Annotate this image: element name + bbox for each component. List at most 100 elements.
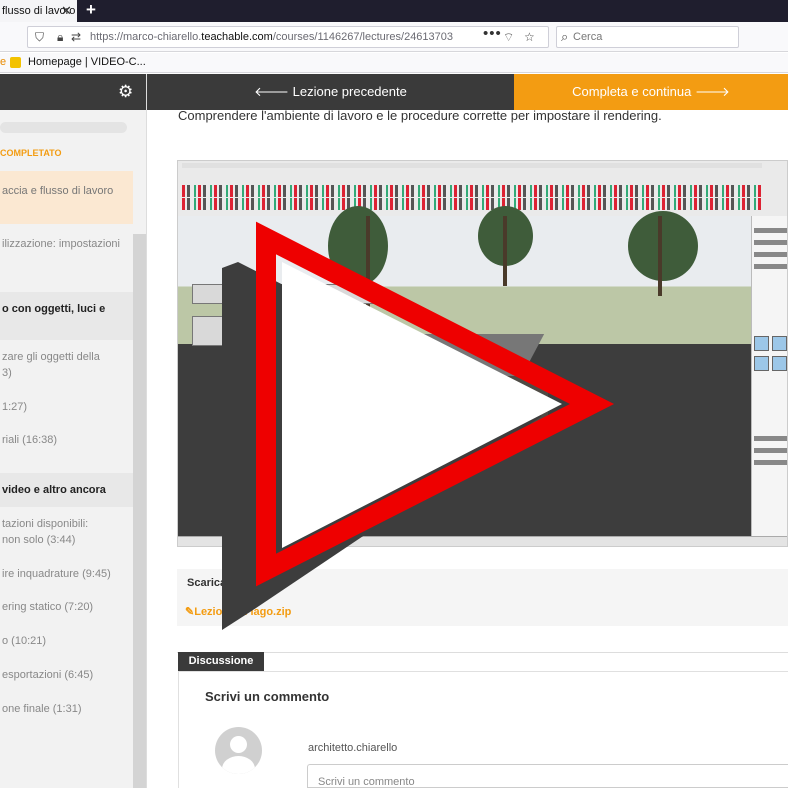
browser-toolbar: ⛉ 🔒︎ ⇄ https://marco-chiarello.teachable… <box>0 22 788 52</box>
downloads-section: Scarica ✎Lezio...sul lago.zip <box>177 569 788 626</box>
sidebar-section-header: video e altro ancora <box>0 473 133 507</box>
tray-row <box>754 264 787 269</box>
bookmarks-bar: e Homepage | VIDEO-C... <box>0 53 788 73</box>
building-roof <box>276 334 545 376</box>
sidebar-item-label: accia e flusso di lavoro <box>2 185 114 197</box>
sidebar-item-lecture[interactable]: ilizzazione: impostazioni <box>0 224 133 269</box>
search-icon: ⌕ <box>561 29 569 44</box>
bookmark-overflow[interactable]: e <box>0 56 6 68</box>
browser-tab[interactable]: flusso di lavoro ✕ <box>0 0 77 22</box>
sidebar-item-lecture[interactable]: ire inquadrature (9:45) <box>0 557 133 591</box>
video-app-toolbar-row <box>182 198 762 210</box>
sidebar-item-lecture[interactable]: tazioni disponibili: non solo (3:44) <box>0 507 133 557</box>
download-file-link[interactable]: ✎Lezio...sul lago.zip <box>185 605 291 618</box>
video-app-menubar <box>182 163 762 168</box>
pocket-icon[interactable]: ⌔ <box>503 30 514 45</box>
video-app-statusbar <box>178 536 787 546</box>
course-sidebar: ⚙ COMPLETATO accia e flusso di lavoro il… <box>0 74 147 788</box>
tree-trunk <box>366 216 370 326</box>
previous-lecture-label: Lezione precedente <box>292 84 407 99</box>
sidebar-scrollbar[interactable] <box>133 234 146 788</box>
tray-row <box>754 240 787 245</box>
building-wall <box>348 376 548 426</box>
completed-label: COMPLETATO <box>0 148 62 158</box>
bookmark-favicon-icon <box>10 57 21 68</box>
video-app-panel <box>192 284 374 304</box>
browser-tab-bar: flusso di lavoro ✕ + <box>0 0 788 22</box>
video-app-tray <box>751 216 787 536</box>
sidebar-section-header: o con oggetti, luci e <box>0 292 133 340</box>
url-text[interactable]: https://marco-chiarello.teachable.com/co… <box>90 31 453 43</box>
page-actions-icon[interactable]: ••• <box>483 25 502 42</box>
tray-row <box>754 252 787 257</box>
sidebar-item-label: zare gli oggetti della 3) <box>2 351 100 379</box>
sidebar-item-label: ilizzazione: impostazioni <box>2 238 120 250</box>
gear-icon[interactable]: ⚙ <box>118 82 133 102</box>
sidebar-item-lecture[interactable]: riali (16:38) <box>0 424 133 458</box>
video-player[interactable] <box>177 160 788 547</box>
tab-discussion[interactable]: Discussione <box>178 652 264 671</box>
sidebar-item-lecture[interactable]: one finale (1:31) <box>0 693 133 727</box>
bookmark-homepage[interactable]: Homepage | VIDEO-C... <box>28 56 146 68</box>
video-app-toolbar <box>178 161 787 216</box>
avatar-body <box>222 756 255 774</box>
complete-continue-label: Completa e continua <box>572 84 692 99</box>
arrow-left-icon: 🡐 <box>254 84 290 99</box>
close-icon[interactable]: ✕ <box>61 0 72 22</box>
tray-thumbnail <box>754 356 769 371</box>
comment-title: Scrivi un commento <box>205 689 330 704</box>
tree-trunk <box>658 216 662 296</box>
complete-continue-button[interactable]: Completa e continua 🡒 <box>514 74 788 110</box>
lecture-navbar: 🡐 Lezione precedente Completa e continua… <box>147 74 788 110</box>
address-bar[interactable]: ⛉ 🔒︎ ⇄ https://marco-chiarello.teachable… <box>27 25 549 48</box>
lock-icon[interactable]: 🔒︎ <box>57 30 63 45</box>
tray-thumbnail <box>772 336 787 351</box>
video-app-panel <box>192 316 264 346</box>
tree-foliage <box>628 211 698 281</box>
download-file-label: Lezio...sul lago.zip <box>194 606 292 618</box>
sidebar-item-lecture[interactable]: o (10:21) <box>0 625 133 659</box>
bookmark-star-icon[interactable]: ☆ <box>524 30 535 44</box>
permissions-icon[interactable]: ⇄ <box>71 30 81 44</box>
previous-lecture-button[interactable]: 🡐 Lezione precedente <box>147 74 514 110</box>
sidebar-item-label: ering statico (7:20) <box>2 601 94 613</box>
sidebar-item-label: tazioni disponibili: non solo (3:44) <box>2 518 89 546</box>
new-tab-icon[interactable]: + <box>86 0 96 21</box>
tray-thumbnail <box>772 356 787 371</box>
lecture-description: Comprendere l'ambiente di lavoro e le pr… <box>178 108 662 123</box>
course-progress-bar <box>0 122 127 133</box>
paperclip-icon: ✎ <box>185 606 195 618</box>
sidebar-item-label: one finale (1:31) <box>2 703 82 715</box>
shield-icon[interactable]: ⛉ <box>35 30 44 45</box>
avatar-head <box>230 736 247 753</box>
tray-row <box>754 228 787 233</box>
sidebar-item-lecture-current[interactable]: accia e flusso di lavoro <box>0 171 133 224</box>
tray-thumbnail <box>754 336 769 351</box>
video-app-toolbar-row <box>182 185 762 197</box>
sidebar-item-label: o (10:21) <box>2 635 47 647</box>
avatar <box>215 727 262 774</box>
sidebar-item-lecture[interactable]: 1:27) <box>0 390 133 424</box>
arrow-right-icon: 🡒 <box>695 84 730 99</box>
tree-foliage <box>328 206 388 286</box>
comment-username: architetto.chiarello <box>308 742 398 754</box>
tray-row <box>754 436 787 441</box>
tree-trunk <box>503 216 507 286</box>
discussion-divider <box>177 652 788 653</box>
sidebar-item-lecture[interactable]: zare gli oggetti della 3) <box>0 340 133 390</box>
sidebar-item-lecture[interactable]: esportazioni (6:45) <box>0 659 133 693</box>
sidebar-item-lecture[interactable]: ering statico (7:20) <box>0 591 133 625</box>
sidebar-section-label: o con oggetti, luci e <box>2 303 106 315</box>
comment-input[interactable]: Scrivi un commento <box>307 764 788 788</box>
sidebar-item-label: riali (16:38) <box>2 434 58 446</box>
downloads-title: Scarica <box>187 577 227 589</box>
sidebar-item-label: ire inquadrature (9:45) <box>2 568 111 580</box>
sidebar-item-label: esportazioni (6:45) <box>2 669 94 681</box>
search-bar[interactable]: ⌕ Cerca <box>556 26 739 48</box>
sidebar-header: ⚙ <box>0 74 146 110</box>
tray-row <box>754 460 787 465</box>
search-placeholder: Cerca <box>573 31 603 43</box>
tray-row <box>754 448 787 453</box>
sidebar-item-label: 1:27) <box>2 401 28 413</box>
sidebar-section-label: video e altro ancora <box>2 484 106 496</box>
